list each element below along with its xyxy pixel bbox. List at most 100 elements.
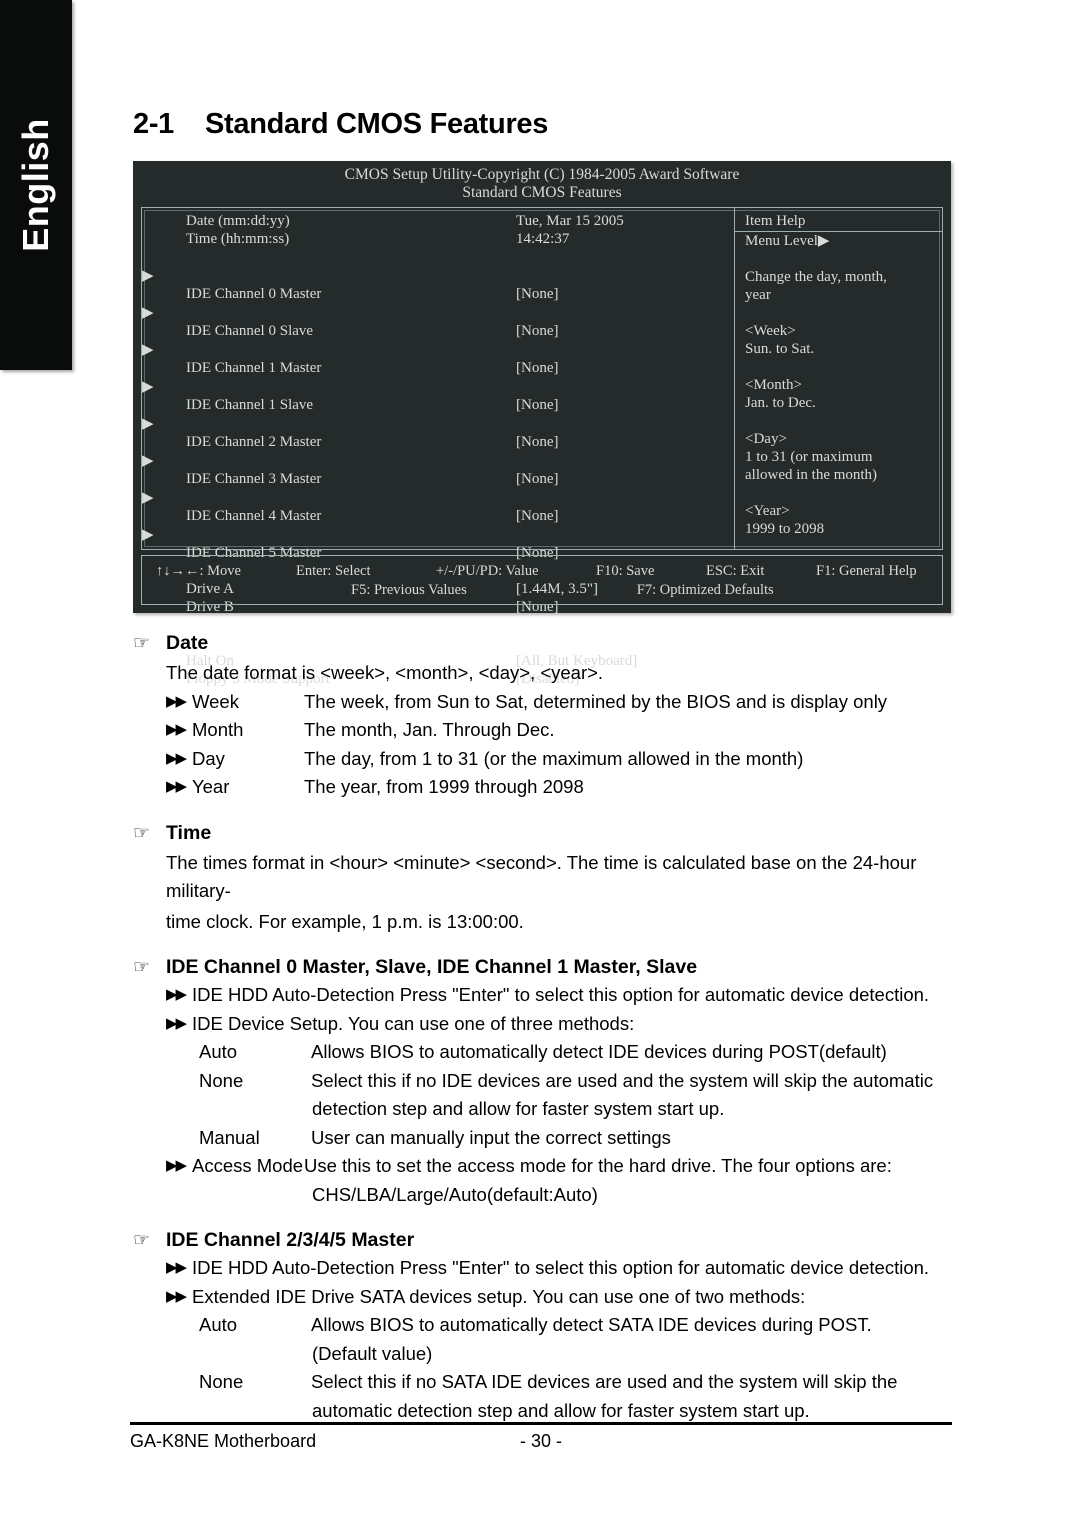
section-number: 2-1 [133,108,175,140]
key-general-help[interactable]: F1: General Help [816,562,917,581]
section-heading-date: ☞ Date [133,630,953,657]
definition-desc: User can manually input the correct sett… [311,1126,671,1148]
help-line: <Week> [745,323,796,339]
help-gap [745,250,942,268]
key-enter[interactable]: Enter: Select [296,562,436,581]
row-label: IDE Channel 3 Master [186,471,322,487]
definition-term: None [199,1371,244,1392]
definition-row: ▶▶ Month The month, Jan. Through Dec. [166,716,953,745]
bios-title-line2: Standard CMOS Features [462,184,622,202]
section-label: IDE Channel 0 Master, Slave, IDE Channel… [166,956,698,978]
bios-row[interactable]: ▶ IDE Channel 2 Master [None] [142,414,734,451]
bios-row[interactable]: ▶ IDE Channel 0 Master [None] [142,266,734,303]
help-line: 1999 to 2098 [745,521,825,537]
menu-level-label: Menu Level [745,233,818,249]
footer-page-number: - 30 - [520,1431,563,1451]
definition-term: Year [192,776,230,797]
definition-desc: Allows BIOS to automatically detect SATA… [311,1314,872,1335]
pointing-hand-icon: ☞ [133,633,151,654]
definition-term: None [199,1069,244,1091]
bios-row[interactable]: ▶ IDE Channel 1 Master [None] [142,340,734,377]
bullet-text: IDE HDD Auto-Detection Press "Enter" to … [192,984,930,1005]
bios-row[interactable]: ▶ IDE Channel 1 Slave [None] [142,377,734,414]
menu-level: Menu Level▶ [745,232,942,250]
key-value[interactable]: +/-/PU/PD: Value [436,562,596,581]
row-label: IDE Channel 0 Master [186,286,322,302]
row-value[interactable]: [None] [516,396,734,414]
definition-row-access-mode: ▶▶ Access Mode Use this to set the acces… [166,1152,953,1181]
definition-desc: The day, from 1 to 31 (or the maximum al… [304,747,804,769]
help-gap [745,484,942,502]
row-value[interactable]: Tue, Mar 15 2005 [516,212,734,230]
row-label: Date (mm:dd:yy) [186,213,290,229]
key-optimized-defaults[interactable]: F7: Optimized Defaults [637,581,774,600]
row-label: Time (hh:mm:ss) [186,231,290,247]
document-page: 2-1 Standard CMOS Features CMOS Setup Ut… [0,0,1080,1532]
key-save[interactable]: F10: Save [596,562,706,581]
item-help-title: Item Help [735,212,942,232]
row-value[interactable]: [None] [516,470,734,488]
bullet-text: Extended IDE Drive SATA devices setup. Y… [192,1285,806,1307]
row-label: IDE Channel 1 Master [186,360,322,376]
bullet-line: ▶▶ IDE Device Setup. You can use one of … [166,1010,953,1039]
help-gap [745,412,942,430]
bios-body: Date (mm:dd:yy) Tue, Mar 15 2005 Time (h… [141,207,943,687]
definition-term: Manual [199,1126,260,1148]
row-label: IDE Channel 4 Master [186,508,322,524]
body-content: ☞ Date The date format is <week>, <month… [133,630,953,1425]
row-arrow-icon: ▶ [142,379,154,395]
definition-row: ▶▶ Year The year, from 1999 through 2098 [166,773,953,802]
key-move[interactable]: ↑↓→←: Move [156,562,296,581]
double-arrow-icon: ▶▶ [166,778,187,795]
bios-row[interactable]: ▶ IDE Channel 3 Master [None] [142,451,734,488]
footer-divider [130,1422,952,1425]
section-label: Time [166,821,212,844]
help-line: Jan. to Dec. [745,395,816,411]
help-gap [745,304,942,322]
row-arrow-icon: ▶ [142,527,154,543]
row-spacer [142,248,734,266]
double-arrow-icon: ▶▶ [166,1157,187,1174]
key-previous-values[interactable]: F5: Previous Values [351,581,467,600]
double-arrow-icon: ▶▶ [166,749,187,767]
row-arrow-icon: ▶ [142,342,154,358]
pointing-hand-icon: ☞ [133,822,151,844]
double-arrow-icon: ▶▶ [166,1259,187,1276]
bios-row[interactable]: Time (hh:mm:ss) 14:42:37 [142,230,734,248]
double-arrow-icon: ▶▶ [166,721,187,738]
help-gap [745,358,942,376]
double-arrow-icon: ▶▶ [166,1014,187,1032]
row-arrow-icon: ▶ [142,268,154,284]
bullet-text: IDE HDD Auto-Detection Press "Enter" to … [192,1257,930,1278]
help-line: 1 to 31 (or maximum [745,449,873,465]
time-text-line2: time clock. For example, 1 p.m. is 13:00… [166,910,524,932]
bios-row[interactable]: Date (mm:dd:yy) Tue, Mar 15 2005 [142,212,734,230]
bullet-line: ▶▶ IDE HDD Auto-Detection Press "Enter" … [166,981,953,1010]
definition-desc: The month, Jan. Through Dec. [304,719,555,740]
bios-settings-list: Date (mm:dd:yy) Tue, Mar 15 2005 Time (h… [142,208,734,687]
section-label: IDE Channel 2/3/4/5 Master [166,1229,415,1251]
definition-term: Month [192,719,244,740]
bios-row[interactable]: ▶ IDE Channel 0 Slave [None] [142,303,734,340]
row-value[interactable]: [None] [516,507,734,525]
row-value[interactable]: [None] [516,433,734,451]
definition-row: ▶▶ Day The day, from 1 to 31 (or the max… [166,745,953,774]
section-title: Standard CMOS Features [205,108,549,140]
help-line: <Day> [745,431,787,447]
row-label: IDE Channel 2 Master [186,434,322,450]
section-heading-time: ☞ Time [133,820,953,847]
help-line: allowed in the month) [745,467,878,483]
bullet-line: ▶▶ IDE HDD Auto-Detection Press "Enter" … [166,1254,953,1283]
definition-desc: Select this if no IDE devices are used a… [311,1069,934,1091]
bios-function-key-bar: ↑↓→←: Move Enter: Select +/-/PU/PD: Valu… [141,555,943,605]
row-value[interactable]: [None] [516,285,734,303]
row-value[interactable]: [None] [516,359,734,377]
double-arrow-icon: ▶▶ [166,986,187,1003]
row-value[interactable]: 14:42:37 [516,230,734,248]
item-help-panel: Item Help Menu Level▶ Change the day, mo… [734,208,942,549]
definition-desc-continued: detection step and allow for faster syst… [312,1098,725,1119]
row-value[interactable]: [None] [516,322,734,340]
help-line: Change the day, month, [745,269,887,285]
key-esc[interactable]: ESC: Exit [706,562,816,581]
bios-row[interactable]: ▶ IDE Channel 4 Master [None] [142,488,734,525]
